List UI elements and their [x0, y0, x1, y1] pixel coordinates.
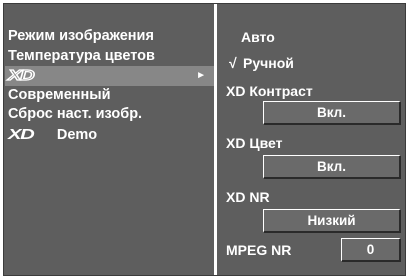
menu-item-color-temperature[interactable]: Температура цветов	[5, 47, 214, 67]
xd-submenu-pane: Авто √ Ручной XD Контраст Вкл. XD Цвет В…	[217, 5, 405, 274]
xd-nr-label: XD NR	[226, 189, 270, 205]
menu-item-label: Режим изображения	[8, 28, 154, 44]
menu-item-reset-picture[interactable]: Сброс наст. изобр.	[5, 105, 214, 125]
option-label: Ручной	[243, 55, 294, 71]
menu-item-label: Современный	[8, 86, 111, 103]
xd-contrast-label: XD Контраст	[226, 83, 313, 99]
submenu-arrow-icon: ►	[196, 70, 206, 81]
menu-item-xd-demo[interactable]: XD Demo	[5, 125, 214, 145]
main-menu-pane: Режим изображения Температура цветов XD …	[5, 5, 214, 274]
option-auto[interactable]: Авто	[241, 29, 275, 45]
xd-color-label: XD Цвет	[226, 135, 283, 151]
menu-item-modern[interactable]: Современный	[5, 86, 214, 106]
xd-nr-value[interactable]: Низкий	[263, 209, 401, 233]
xd-logo: XD	[7, 66, 35, 84]
menu-item-label: Температура цветов	[8, 47, 155, 64]
check-icon: √	[229, 55, 237, 71]
option-manual[interactable]: Ручной	[243, 55, 294, 71]
value-text: Вкл.	[317, 159, 346, 174]
mpeg-nr-label: MPEG NR	[226, 242, 292, 258]
xd-contrast-value[interactable]: Вкл.	[263, 101, 401, 125]
mpeg-nr-value[interactable]: 0	[341, 238, 401, 262]
menu-item-label: Сброс наст. изобр.	[8, 106, 143, 122]
menu-item-label: Demo	[56, 126, 98, 143]
xd-logo: XD	[8, 125, 35, 143]
value-text: Низкий	[307, 213, 356, 228]
xd-color-value[interactable]: Вкл.	[263, 155, 401, 179]
main-menu-list: Режим изображения Температура цветов XD …	[5, 27, 214, 144]
value-text: Вкл.	[317, 105, 346, 120]
osd-picture-menu: Режим изображения Температура цветов XD …	[3, 3, 406, 276]
menu-item-picture-mode[interactable]: Режим изображения	[5, 27, 214, 47]
value-text: 0	[366, 242, 375, 257]
menu-item-xd[interactable]: XD ►	[5, 66, 214, 86]
option-label: Авто	[241, 29, 275, 45]
